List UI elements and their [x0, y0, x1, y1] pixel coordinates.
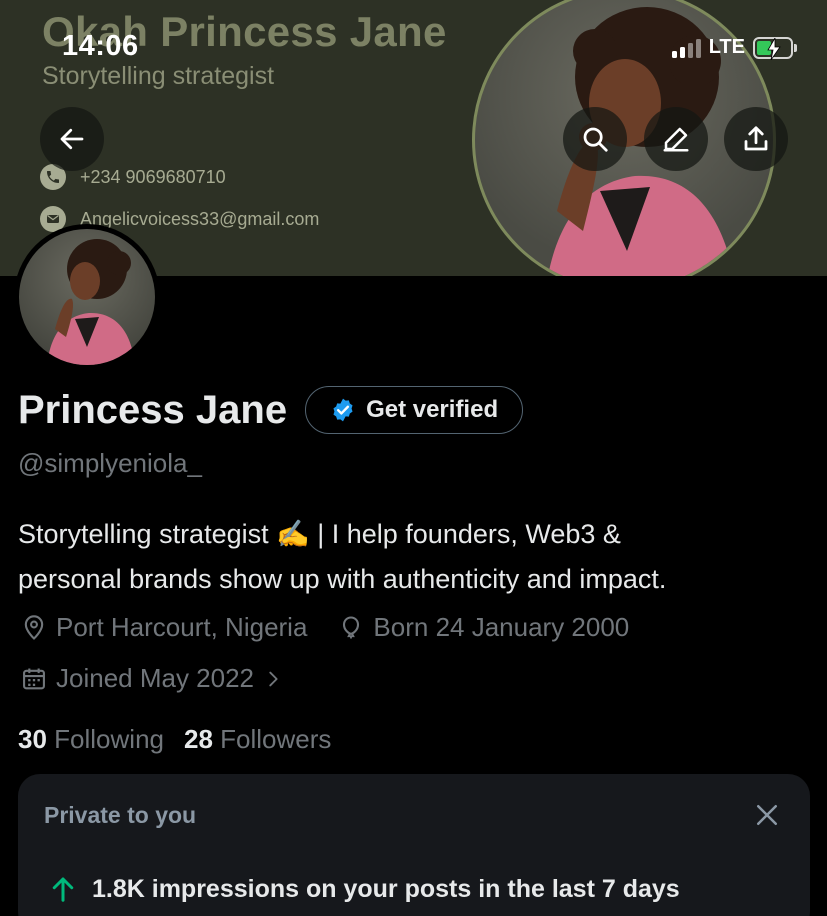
verified-badge-icon — [333, 398, 353, 422]
profile-handle: @simplyeniola_ — [18, 448, 202, 478]
card-title: Private to you — [44, 802, 197, 828]
status-time: 14:06 — [62, 30, 139, 62]
following-link[interactable]: 30 Following — [18, 724, 164, 755]
bio-line: Storytelling strategist ✍️ | I help foun… — [18, 519, 621, 549]
profile-meta-row: Port Harcourt, Nigeria Born 24 January 2… — [20, 612, 629, 643]
up-arrow-icon — [52, 877, 74, 902]
followers-count: 28 — [183, 724, 213, 754]
close-card-button[interactable] — [752, 800, 782, 830]
back-button[interactable] — [40, 107, 104, 171]
share-button[interactable] — [724, 107, 788, 171]
search-icon — [583, 127, 608, 152]
birthday-item: Born 24 January 2000 — [337, 612, 629, 643]
joined-row[interactable]: Joined May 2022 — [20, 663, 284, 694]
birthday-text: Born 24 January 2000 — [373, 612, 630, 642]
avatar-image — [19, 229, 155, 365]
following-label: Following — [54, 724, 164, 754]
joined-text: Joined May 2022 — [56, 663, 255, 693]
chevron-right-icon — [269, 671, 278, 686]
close-icon — [757, 805, 777, 825]
get-verified-label: Get verified — [366, 396, 499, 423]
network-type: LTE — [708, 36, 745, 58]
banner-email: Angelicvoicess33@gmail.com — [80, 208, 320, 229]
location-item: Port Harcourt, Nigeria — [20, 612, 307, 643]
edit-icon — [663, 127, 689, 152]
cellular-signal-icon — [671, 38, 701, 58]
joined-item[interactable]: Joined May 2022 — [20, 663, 284, 694]
followers-link[interactable]: 28 Followers — [184, 724, 331, 755]
name-row: Princess Jane Get verified — [18, 386, 524, 434]
battery-icon — [753, 36, 797, 60]
balloon-icon — [343, 615, 360, 638]
impressions-text: 1.8K impressions on your posts in the la… — [92, 874, 680, 903]
bio-line: personal brands show up with authenticit… — [18, 564, 667, 594]
followers-label: Followers — [220, 724, 332, 754]
follow-counts: 30 Following 28 Followers — [18, 724, 331, 755]
get-verified-button[interactable]: Get verified — [305, 386, 524, 434]
banner-phone: +234 9069680710 — [80, 166, 226, 187]
profile-avatar[interactable] — [14, 224, 160, 370]
status-indicators: LTE — [671, 36, 797, 60]
private-insights-card[interactable]: Private to you 1.8K impressions on your … — [18, 774, 810, 916]
display-name: Princess Jane — [18, 387, 288, 432]
edit-profile-button[interactable] — [644, 107, 708, 171]
share-icon — [744, 126, 768, 151]
banner-subtitle: Storytelling strategist — [42, 62, 275, 90]
search-button[interactable] — [563, 107, 627, 171]
profile-bio: Storytelling strategist ✍️ | I help foun… — [18, 512, 818, 602]
location-text: Port Harcourt, Nigeria — [56, 612, 308, 642]
impressions-stat: 1.8K impressions on your posts in the la… — [48, 874, 680, 904]
following-count: 30 — [18, 724, 47, 754]
location-pin-icon — [24, 614, 44, 640]
back-arrow-icon — [60, 128, 84, 150]
calendar-icon — [23, 668, 45, 689]
